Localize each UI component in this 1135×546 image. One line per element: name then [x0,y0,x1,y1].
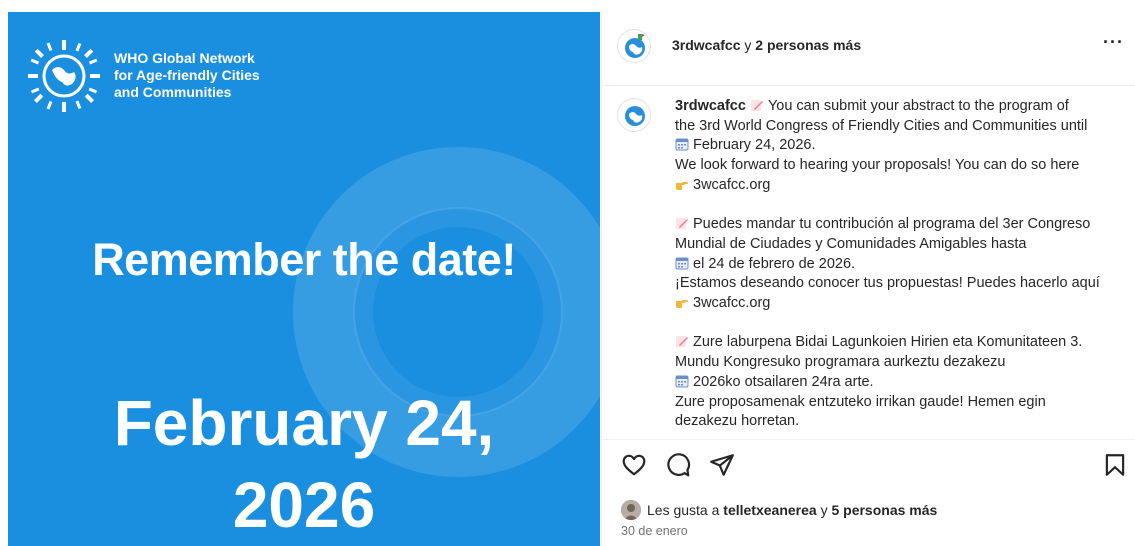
caption-line: 3wcafcc.org [675,176,1125,196]
collaborators-link[interactable]: 2 personas más [755,37,861,53]
bookmark-icon[interactable] [1102,452,1128,478]
calendar-icon [675,257,689,270]
post-authors: 3rdwcafcc y 2 personas más [672,37,861,53]
website-link[interactable]: 3wcafcc.org [693,295,770,311]
likes-prefix: Les gusta a [647,502,724,518]
post-header: 3rdwcafcc y 2 personas más ··· [602,12,1135,86]
likes-connector: y [816,502,832,518]
who-network-logo [28,40,100,112]
caption-username[interactable]: 3rdwcafcc [675,98,746,114]
calendar-icon [675,375,689,388]
caption-line-text: the 3rd World Congress of Friendly Citie… [675,117,1088,134]
org-name-line: and Communities [114,84,232,100]
liker-avatar[interactable] [621,500,641,520]
caption-line-text: You can submit your abstract to the prog… [767,98,1069,114]
caption-author-avatar[interactable] [617,98,651,132]
caption-line-text: Mundu Kongresuko programara aurkeztu dez… [675,354,1006,371]
caption-line: Zure proposamenak entzuteko irrikan gaud… [675,393,1125,413]
date-line: 2026 [232,469,376,541]
caption-area: 3rdwcafcc You can submit your abstract to… [602,87,1135,439]
org-name-line: WHO Global Network [114,50,255,66]
share-icon[interactable] [709,452,735,478]
website-link[interactable]: 3wcafcc.org [693,177,770,193]
caption-line: 3wcafcc.org [675,294,1125,314]
post-timestamp[interactable]: 30 de enero [621,524,688,538]
caption-line: 3rdwcafcc You can submit your abstract to… [675,97,1125,117]
divider [602,439,1135,440]
liker-username[interactable]: telletxeanerea [723,502,816,518]
globe-logo-icon [625,106,645,126]
post-image[interactable]: WHO Global Network for Age-friendly Citi… [8,12,600,546]
caption-line-text: el 24 de febrero de 2026. [693,255,856,272]
pointing-hand-icon [676,181,688,190]
caption-line: the 3rd World Congress of Friendly Citie… [675,117,1125,137]
globe-logo-icon [625,34,645,58]
caption-line: February 24, 2026. [675,136,1125,156]
author-username[interactable]: 3rdwcafcc [672,37,740,53]
caption-line: We look forward to hearing your proposal… [675,156,1125,176]
memo-icon [676,336,688,348]
caption-line: Mundial de Ciudades y Comunidades Amigab… [675,235,1125,255]
post-side-panel: 3rdwcafcc y 2 personas más ··· 3rdwcafcc… [601,12,1135,546]
org-name-line: for Age-friendly Cities [114,67,260,83]
user-photo-icon [621,500,641,520]
memo-icon [676,218,688,230]
image-headline: Remember the date! [92,234,516,285]
author-avatar[interactable] [617,29,651,63]
pointing-hand-icon [676,300,688,309]
caption-line: Puedes mandar tu contribución al program… [675,215,1125,235]
who-network-name: WHO Global Network for Age-friendly Citi… [114,50,314,101]
caption-line-text: Zure laburpena Bidai Lagunkoien Hirien e… [693,334,1083,351]
calendar-icon [675,138,689,151]
image-date: February 24, 2026 [8,382,600,546]
more-options-button[interactable]: ··· [1103,32,1124,53]
action-bar [602,452,1135,486]
caption-line: ¡Estamos deseando conocer tus propuestas… [675,274,1125,294]
likes-summary: Les gusta a telletxeanerea y 5 personas … [621,500,937,520]
caption-line-text: We look forward to hearing your proposal… [675,157,1080,174]
caption-line-text: Puedes mandar tu contribución al program… [693,216,1091,233]
likes-others-link[interactable]: 5 personas más [831,502,937,518]
caption-line-text: ¡Estamos deseando conocer tus propuestas… [675,275,1100,292]
heart-icon[interactable] [621,452,647,478]
caption-line: Mundu Kongresuko programara aurkeztu dez… [675,353,1125,373]
caption-line-text: dezakezu horretan. [675,413,800,430]
post-caption: 3rdwcafcc You can submit your abstract to… [675,97,1125,432]
caption-line-text: 2026ko otsailaren 24ra arte. [693,373,874,390]
caption-line: el 24 de febrero de 2026. [675,255,1125,275]
memo-icon [750,100,763,111]
caption-line-text: Zure proposamenak entzuteko irrikan gaud… [675,393,1046,410]
caption-line: dezakezu horretan. [675,412,1125,432]
caption-line-text: Mundial de Ciudades y Comunidades Amigab… [675,235,1027,252]
caption-line-text: February 24, 2026. [693,137,816,154]
caption-line: 2026ko otsailaren 24ra arte. [675,373,1125,393]
authors-connector: y [740,37,756,53]
date-line: February 24, [113,387,495,459]
caption-line: Zure laburpena Bidai Lagunkoien Hirien e… [675,333,1125,353]
comment-icon[interactable] [665,452,691,478]
